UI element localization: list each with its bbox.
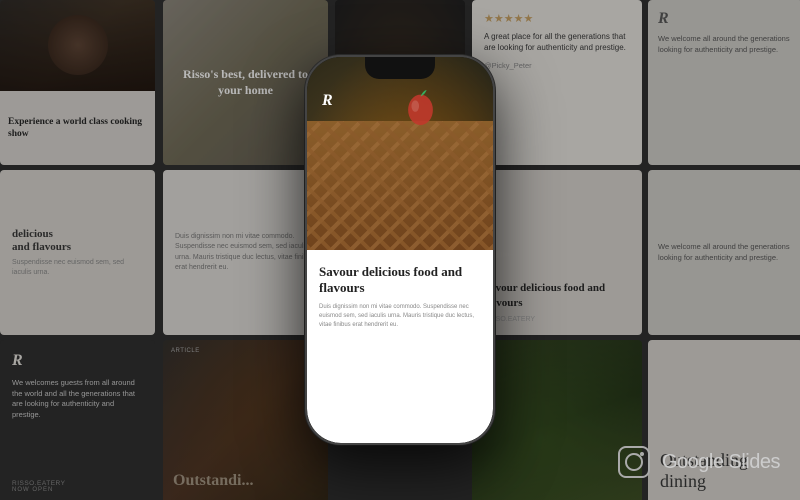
- apple-icon: [403, 87, 438, 127]
- instagram-icon: [616, 444, 652, 480]
- phone-screen-content: R Savour delicious food and flavours Dui…: [307, 57, 493, 443]
- phone-side-button: [493, 137, 495, 167]
- brand-text-group: Google Slides: [662, 451, 780, 474]
- branding-area: Google Slides: [616, 444, 780, 480]
- phone-white-card: Savour delicious food and flavours Duis …: [307, 250, 493, 443]
- phone-pie-background: [307, 57, 493, 269]
- phone-frame: R Savour delicious food and flavours Dui…: [305, 55, 495, 445]
- phone-screen: R Savour delicious food and flavours Dui…: [307, 57, 493, 443]
- phone-notch: [365, 57, 435, 79]
- brand-platform: Google Slides: [662, 451, 780, 474]
- phone-mockup: R Savour delicious food and flavours Dui…: [305, 55, 495, 445]
- pie-lattice: [307, 121, 493, 270]
- phone-r-logo: R: [322, 92, 333, 110]
- phone-card-body: Duis dignissim non mi vitae commodo. Sus…: [319, 303, 481, 330]
- phone-card-title: Savour delicious food and flavours: [319, 264, 481, 295]
- phone-pie-area: R: [307, 57, 493, 269]
